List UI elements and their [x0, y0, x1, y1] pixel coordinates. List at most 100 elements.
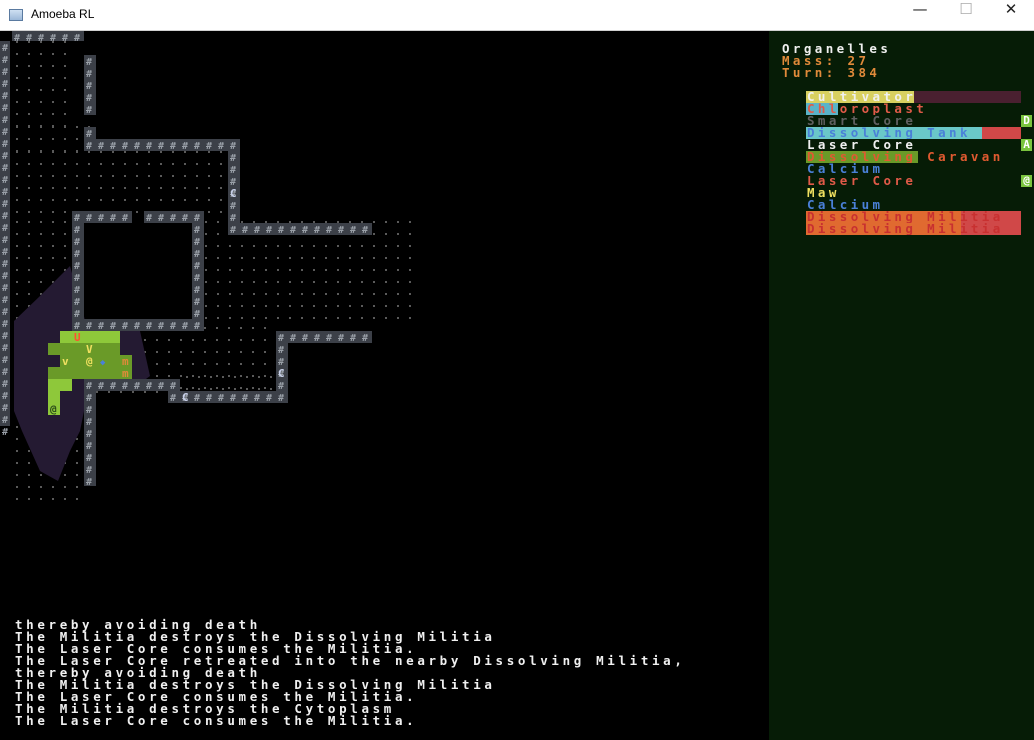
- organelle-row[interactable]: Chloroplast: [806, 103, 1021, 115]
- organelle-name: Smart Core: [807, 115, 917, 127]
- wall-glyph: #: [74, 237, 80, 248]
- wall-glyph: #: [158, 381, 164, 392]
- wall-glyph: #: [86, 141, 92, 152]
- maximize-button[interactable]: ☐: [943, 0, 989, 31]
- wall-glyph: #: [2, 67, 8, 78]
- wall-glyph: #: [158, 141, 164, 152]
- wall-glyph: #: [26, 33, 32, 44]
- turn-counter: Turn: 384: [782, 65, 881, 80]
- organelle-badge: @: [1021, 175, 1032, 187]
- organelle-row[interactable]: Dissolving Militia: [806, 223, 1021, 235]
- wall-glyph: #: [122, 381, 128, 392]
- organelle-name: Dissolving Militia: [807, 223, 1004, 235]
- wall-glyph: #: [2, 115, 8, 126]
- organelle-name: Dissolving Militia: [807, 211, 1004, 223]
- title-bar: Amoeba RL — ☐ ✕: [0, 0, 1034, 31]
- wall-glyph: #: [134, 321, 140, 332]
- wall-glyph: #: [74, 33, 80, 44]
- wall-glyph: #: [182, 321, 188, 332]
- organelle-row[interactable]: Maw: [806, 187, 1021, 199]
- wall-glyph: #: [218, 393, 224, 404]
- wall-glyph: #: [2, 343, 8, 354]
- wall-glyph: #: [194, 393, 200, 404]
- wall-glyph: #: [2, 199, 8, 210]
- wall-glyph: #: [194, 285, 200, 296]
- wall-glyph: #: [350, 333, 356, 344]
- organelles-panel: Organelles Mass: 27 Turn: 384 Cultivator…: [769, 31, 1034, 740]
- wall-glyph: #: [290, 225, 296, 236]
- wall-glyph: #: [110, 321, 116, 332]
- wall-glyph: #: [2, 139, 8, 150]
- organelle-row[interactable]: Cultivator: [806, 91, 1021, 103]
- wall-glyph: #: [206, 393, 212, 404]
- wall-glyph: #: [146, 381, 152, 392]
- organelle-row[interactable]: Dissolving Militia: [806, 211, 1021, 223]
- wall-glyph: #: [74, 273, 80, 284]
- amoeba-cell: [60, 331, 120, 343]
- organelle-row[interactable]: Laser Core: [806, 175, 1021, 187]
- wall-glyph: #: [86, 93, 92, 104]
- organelle-row[interactable]: Calcium: [806, 163, 1021, 175]
- organelle-name: Cultivator: [807, 91, 917, 103]
- wall-glyph: #: [74, 285, 80, 296]
- game-view[interactable]: # # # # # # # # # # # # # # # # # # # # # # # # # # # # # # # # # # # # # # # #…: [0, 31, 1034, 740]
- wall-glyph: #: [278, 345, 284, 356]
- message-log: thereby avoiding death The Militia destro…: [15, 618, 686, 727]
- wall-glyph: #: [278, 393, 284, 404]
- wall-glyph: #: [2, 79, 8, 90]
- close-button[interactable]: ✕: [988, 0, 1034, 31]
- wall-glyph: #: [170, 381, 176, 392]
- wall-glyph: #: [98, 381, 104, 392]
- wall-glyph: #: [350, 225, 356, 236]
- minimize-button[interactable]: —: [897, 0, 943, 31]
- wall-glyph: #: [2, 427, 8, 438]
- wall-glyph: #: [86, 417, 92, 428]
- organelle-row[interactable]: Calcium: [806, 199, 1021, 211]
- wall-glyph: #: [194, 225, 200, 236]
- wall-glyph: #: [2, 91, 8, 102]
- wall-glyph: #: [170, 213, 176, 224]
- organelle-name: Dissolving Caravan: [807, 151, 1004, 163]
- wall-glyph: #: [314, 333, 320, 344]
- wall-glyph: #: [338, 333, 344, 344]
- wall-glyph: #: [182, 141, 188, 152]
- wall-glyph: #: [134, 141, 140, 152]
- enemy-glyph: C: [278, 367, 285, 380]
- organelle-row[interactable]: Smart Core: [806, 115, 1021, 127]
- wall-glyph: #: [194, 261, 200, 272]
- wall-glyph: #: [194, 213, 200, 224]
- wall-glyph: #: [230, 153, 236, 164]
- organelle-row[interactable]: Laser Core: [806, 139, 1021, 151]
- wall-glyph: #: [2, 355, 8, 366]
- wall-glyph: #: [74, 225, 80, 236]
- wall-glyph: #: [230, 393, 236, 404]
- wall-glyph: #: [2, 235, 8, 246]
- amoeba-cell: [48, 343, 120, 355]
- wall-glyph: #: [98, 321, 104, 332]
- wall-glyph: #: [2, 283, 8, 294]
- wall-glyph: #: [14, 33, 20, 44]
- organelle-name: Calcium: [807, 199, 884, 211]
- organelle-row[interactable]: Dissolving Caravan: [806, 151, 1021, 163]
- wall-glyph: #: [2, 55, 8, 66]
- wall-glyph: #: [86, 405, 92, 416]
- wall-glyph: #: [194, 249, 200, 260]
- wall-glyph: #: [2, 163, 8, 174]
- wall-glyph: #: [86, 465, 92, 476]
- wall-glyph: #: [86, 429, 92, 440]
- wall-glyph: #: [2, 211, 8, 222]
- wall-glyph: #: [326, 225, 332, 236]
- wall-glyph: #: [74, 249, 80, 260]
- wall-glyph: #: [2, 415, 8, 426]
- wall-glyph: #: [86, 477, 92, 488]
- amoeba-organelle-marker: U: [74, 331, 81, 344]
- wall-glyph: #: [266, 393, 272, 404]
- wall-glyph: #: [170, 393, 176, 404]
- wall-glyph: #: [2, 187, 8, 198]
- wall-glyph: #: [86, 393, 92, 404]
- wall-glyph: #: [86, 105, 92, 116]
- calcium-marker: ◆: [100, 358, 106, 368]
- organelle-row[interactable]: Dissolving Tank: [806, 127, 1021, 139]
- wall-glyph: #: [338, 225, 344, 236]
- wall-glyph: #: [2, 103, 8, 114]
